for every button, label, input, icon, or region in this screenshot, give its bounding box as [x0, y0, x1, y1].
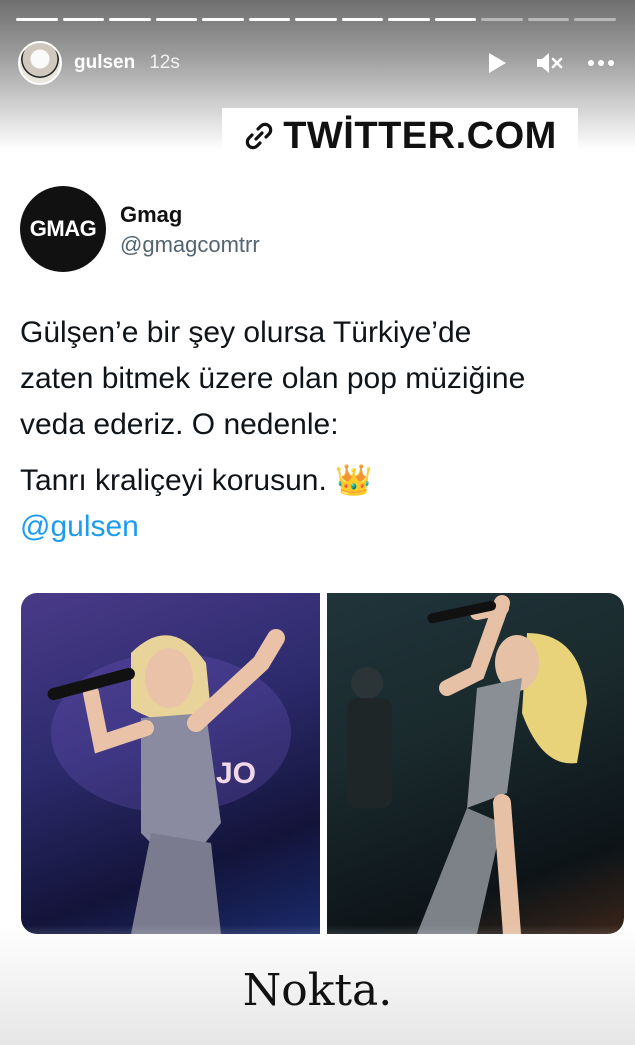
- progress-segment: [434, 18, 477, 21]
- tweet-avatar-logo: GMAG: [29, 216, 97, 241]
- progress-segment: [574, 18, 616, 21]
- avatar[interactable]: [18, 41, 62, 85]
- story-caption: Nokta.: [242, 965, 393, 1016]
- link-icon: [245, 122, 273, 150]
- progress-segment: [248, 18, 291, 21]
- mute-icon[interactable]: [534, 48, 564, 78]
- tweet-photo-right[interactable]: [327, 593, 624, 934]
- tweet-line: veda ederiz. O nedenle:: [20, 408, 339, 441]
- tweet-photo-left[interactable]: JO: [21, 593, 320, 934]
- tweet-mention-link[interactable]: @gulsen: [20, 504, 620, 550]
- progress-segment: [16, 18, 58, 21]
- progress-segment: [202, 18, 244, 21]
- story-controls: [482, 48, 616, 78]
- story-timestamp: 12s: [149, 52, 180, 73]
- progress-segment: [155, 18, 198, 21]
- tweet-line: Gülşen’e bir şey olursa Türkiye’de: [20, 316, 472, 349]
- tweet-line: zaten bitmek üzere olan pop müziğine: [20, 362, 526, 395]
- performer-illustration: [347, 595, 587, 934]
- svg-text:JO: JO: [216, 757, 256, 790]
- progress-segment: [109, 18, 151, 21]
- progress-segment: [341, 18, 384, 21]
- tweet-line: Tanrı kraliçeyi korusun. 👑: [20, 464, 373, 497]
- progress-segment: [527, 18, 570, 21]
- tweet-avatar[interactable]: GMAG: [20, 186, 106, 272]
- story-header: gulsen 12s: [18, 40, 618, 86]
- tweet-text: Gülşen’e bir şey olursa Türkiye’de zaten…: [20, 310, 620, 550]
- story-username[interactable]: gulsen: [74, 52, 135, 74]
- progress-segment: [62, 18, 105, 21]
- progress-segment: [295, 18, 337, 21]
- more-icon[interactable]: [586, 48, 616, 78]
- progress-segment: [481, 18, 523, 21]
- performer-illustration: JO: [47, 629, 291, 934]
- tweet-handle: @gmagcomtrr: [120, 232, 260, 257]
- link-sticker[interactable]: TWİTTER.COM: [222, 108, 578, 164]
- progress-segment: [388, 18, 430, 21]
- play-icon[interactable]: [482, 48, 512, 78]
- link-sticker-label: TWİTTER.COM: [283, 114, 557, 157]
- tweet-display-name: Gmag: [120, 202, 183, 227]
- story-progress-bar: [16, 18, 616, 22]
